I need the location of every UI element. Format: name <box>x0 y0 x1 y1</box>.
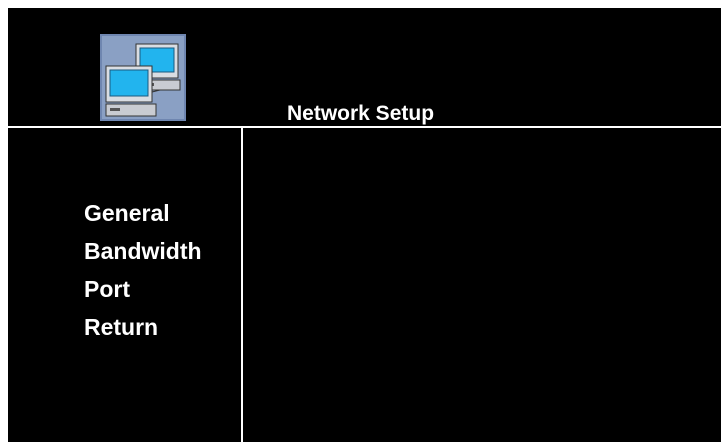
menu-item-bandwidth[interactable]: Bandwidth <box>84 232 202 270</box>
network-setup-screen: Network Setup General Bandwidth Port Ret… <box>8 8 721 442</box>
content-pane <box>243 128 721 442</box>
network-computers-icon <box>100 34 186 121</box>
menu-item-return[interactable]: Return <box>84 308 202 346</box>
page-title: Network Setup <box>287 102 435 125</box>
header: Network Setup <box>8 8 721 126</box>
menu-item-general[interactable]: General <box>84 194 202 232</box>
sidebar-menu: General Bandwidth Port Return <box>84 194 202 346</box>
menu-item-port[interactable]: Port <box>84 270 202 308</box>
